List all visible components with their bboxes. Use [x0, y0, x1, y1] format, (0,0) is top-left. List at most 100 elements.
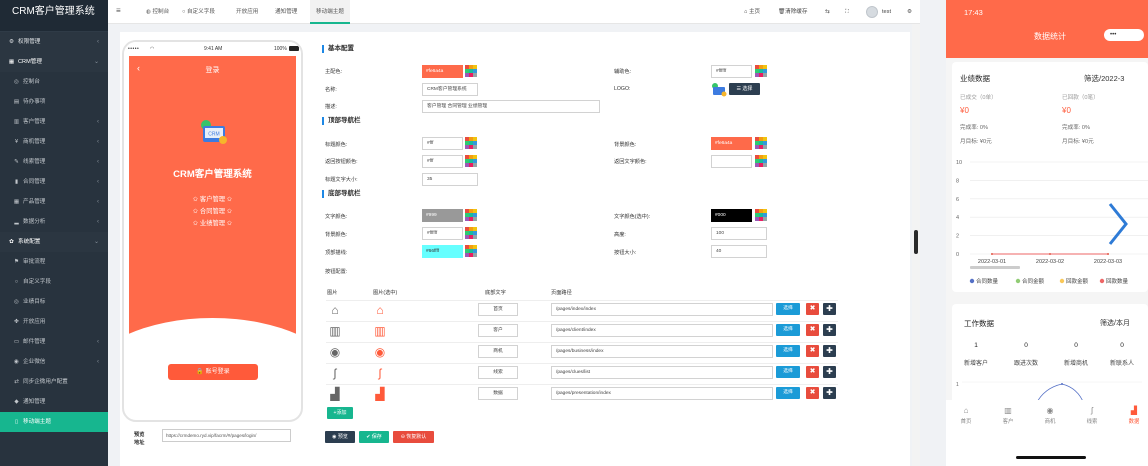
menu-toggle-icon[interactable]: ≡ [116, 6, 121, 15]
bottom-text-input[interactable]: 数据 [478, 387, 518, 400]
move-row-icon[interactable]: ✚ [823, 303, 836, 315]
sidebar-item-12[interactable]: ⚑ 审批流程 [0, 252, 108, 272]
color-picker-icon[interactable] [465, 137, 477, 149]
logo-select-button[interactable]: ☰ 选择 [729, 83, 760, 95]
page-path-input[interactable]: /pages/clues/list [551, 366, 773, 379]
path-select-button[interactable]: 选择 [776, 387, 800, 399]
bg-color-field[interactable]: #fe6a4a [711, 137, 752, 150]
mobile-nav-item[interactable]: ▟ 数据 [1119, 406, 1148, 425]
page-path-input[interactable]: /pages/presentation/index [551, 387, 773, 400]
sidebar-item-9[interactable]: ▦ 产品管理 ‹ [0, 192, 108, 212]
translate-icon[interactable]: ⇆ [825, 0, 830, 24]
move-row-icon[interactable]: ✚ [823, 366, 836, 378]
bottom-text-input[interactable]: 线索 [478, 366, 518, 379]
username[interactable]: test [882, 0, 891, 24]
tab-mobile-theme[interactable]: 移动端主题 [310, 0, 350, 24]
scrollbar-thumb[interactable] [914, 230, 918, 254]
color-picker-icon[interactable] [755, 155, 767, 167]
back-button-color-field[interactable]: #fff [422, 155, 463, 168]
button-size-input[interactable]: 40 [711, 245, 767, 258]
delete-row-icon[interactable]: ✖ [806, 366, 819, 378]
bottom-text-input[interactable]: 客户 [478, 324, 518, 337]
sidebar-item-10[interactable]: ▂ 数据分析 ‹ [0, 212, 108, 232]
mobile-nav-item[interactable]: ▥ 客户 [993, 406, 1023, 425]
title-font-size-input[interactable]: 35 [422, 173, 478, 186]
account-login-button[interactable]: 🔒 账号登录 [168, 364, 258, 380]
primary-color-field[interactable]: #fe6a4a [422, 65, 463, 78]
delete-row-icon[interactable]: ✖ [806, 345, 819, 357]
preview-url-field[interactable]: https://crmdemo.ryd.vip/facrm/#/pages/lo… [162, 429, 291, 442]
tab-notifications[interactable]: 通知管理 [275, 0, 297, 24]
sidebar-item-18[interactable]: ⇄ 同步企微用户配置 [0, 372, 108, 392]
bottom-text-input[interactable]: 商机 [478, 345, 518, 358]
height-input[interactable]: 100 [711, 227, 767, 240]
restore-default-button[interactable]: ⊖ 恢复默认 [393, 431, 434, 443]
performance-filter[interactable]: 筛选/2022-3 [1084, 73, 1124, 84]
page-path-input[interactable]: /pages/index/index [551, 303, 773, 316]
sidebar-item-7[interactable]: ✎ 线索管理 ‹ [0, 152, 108, 172]
sidebar-item-5[interactable]: ▥ 客户管理 ‹ [0, 112, 108, 132]
chevron-right-icon[interactable] [1106, 200, 1130, 248]
sidebar-item-14[interactable]: ◎ 业绩目标 [0, 292, 108, 312]
path-select-button[interactable]: 选择 [776, 366, 800, 378]
tab-dashboard[interactable]: ◍ 控制台 [146, 0, 169, 24]
bottom-bg-color-field[interactable]: #ffffff [422, 227, 463, 240]
bottom-text-input[interactable]: 首页 [478, 303, 518, 316]
save-button[interactable]: ✔ 保存 [359, 431, 389, 443]
color-picker-icon[interactable] [465, 209, 477, 221]
mobile-nav-item[interactable]: ◉ 商机 [1035, 406, 1065, 425]
avatar[interactable] [866, 6, 878, 18]
delete-row-icon[interactable]: ✖ [806, 387, 819, 399]
color-picker-icon[interactable] [465, 155, 477, 167]
name-input[interactable]: CRM客户管理系统 [422, 83, 478, 96]
color-picker-icon[interactable] [465, 245, 477, 257]
delete-row-icon[interactable]: ✖ [806, 324, 819, 336]
page-path-input[interactable]: /pages/client/index [551, 324, 773, 337]
sidebar-item-19[interactable]: ◆ 通知管理 [0, 392, 108, 412]
sidebar-item-3[interactable]: ◎ 控制台 [0, 72, 108, 92]
color-picker-icon[interactable] [755, 137, 767, 149]
mobile-nav-item[interactable]: ⌂ 首页 [951, 406, 981, 425]
sidebar-item-15[interactable]: ✤ 开放应用 [0, 312, 108, 332]
delete-row-icon[interactable]: ✖ [806, 303, 819, 315]
title-color-field[interactable]: #fff [422, 137, 463, 150]
home-link[interactable]: ⌂ 主页 [744, 0, 760, 24]
move-row-icon[interactable]: ✚ [823, 345, 836, 357]
clear-cache-button[interactable]: 🗑清除缓存 [778, 0, 808, 24]
sidebar-item-17[interactable]: ◉ 企业微信 ‹ [0, 352, 108, 372]
path-select-button[interactable]: 选择 [776, 345, 800, 357]
secondary-color-field[interactable]: #ffffff [711, 65, 752, 78]
settings-icon[interactable]: ⚙ [907, 0, 912, 24]
add-button[interactable]: +添加 [327, 407, 353, 419]
path-select-button[interactable]: 选择 [776, 303, 800, 315]
preview-button[interactable]: ◉ 预览 [325, 431, 355, 443]
sidebar-item-1[interactable]: ⚙ 权限管理 ‹ [0, 32, 108, 52]
sidebar-item-4[interactable]: ▤ 待办事项 [0, 92, 108, 112]
sidebar-item-8[interactable]: ▮ 合同管理 ‹ [0, 172, 108, 192]
back-text-color-field[interactable] [711, 155, 752, 168]
sidebar-item-13[interactable]: ○ 自定义字段 [0, 272, 108, 292]
top-border-color-field[interactable]: #66ffff [422, 245, 463, 258]
desc-input[interactable]: 客户管理 合同管理 业绩管理 [422, 100, 600, 113]
color-picker-icon[interactable] [465, 65, 477, 77]
sidebar-item-6[interactable]: ¥ 商机管理 ‹ [0, 132, 108, 152]
color-picker-icon[interactable] [755, 65, 767, 77]
text-color-selected-field[interactable]: #000 [711, 209, 752, 222]
path-select-button[interactable]: 选择 [776, 324, 800, 336]
tab-open-apps[interactable]: 开放应用 [236, 0, 258, 24]
move-row-icon[interactable]: ✚ [823, 324, 836, 336]
mobile-nav-item[interactable]: ʃ 线索 [1077, 406, 1107, 425]
color-picker-icon[interactable] [465, 227, 477, 239]
sidebar-item-11[interactable]: ✿ 系统配置 ⌄ [0, 232, 108, 252]
fullscreen-icon[interactable]: ⛶ [845, 0, 849, 24]
page-path-input[interactable]: /pages/business/index [551, 345, 773, 358]
color-picker-icon[interactable] [755, 209, 767, 221]
sidebar-item-20[interactable]: ▯ 移动端主题 [0, 412, 108, 432]
sidebar-item-16[interactable]: ▭ 邮件管理 ‹ [0, 332, 108, 352]
mini-program-menu-button[interactable]: ••• [1104, 29, 1144, 41]
work-data-filter[interactable]: 筛选/本月 [1100, 318, 1130, 328]
tab-custom-fields[interactable]: ○ 自定义字段 [182, 0, 215, 24]
text-color-field[interactable]: #999 [422, 209, 463, 222]
sidebar-item-2[interactable]: ▦ CRM管理 ⌄ [0, 52, 108, 72]
move-row-icon[interactable]: ✚ [823, 387, 836, 399]
